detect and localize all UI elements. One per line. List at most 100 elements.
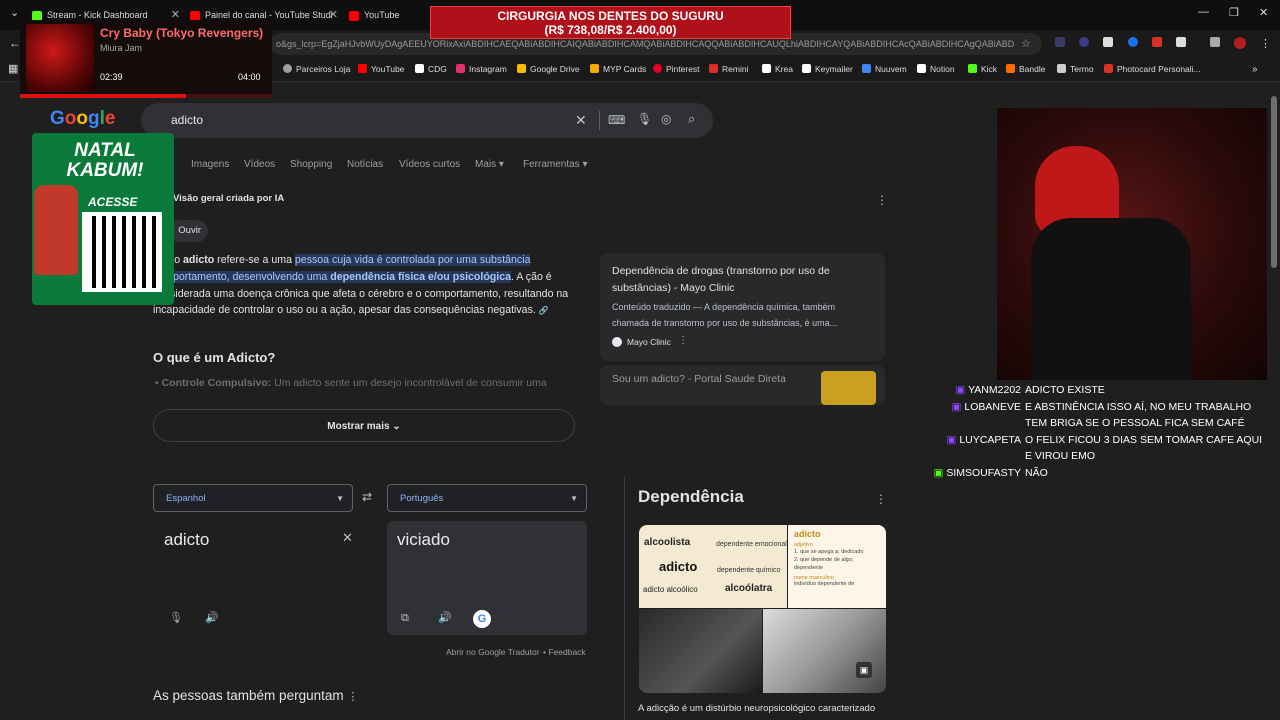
extension-icon[interactable]: [1103, 37, 1113, 47]
dictionary-image[interactable]: adicto adjetivo 1. que se apega a; dedic…: [788, 525, 886, 608]
knowledge-title: Dependência: [638, 487, 744, 506]
tab-videos[interactable]: Vídeos: [244, 159, 275, 170]
bookmark-icon: [862, 64, 871, 73]
instagram-icon: [456, 64, 465, 73]
tab-shopping[interactable]: Shopping: [290, 159, 332, 170]
gallery-icon[interactable]: ▣: [856, 662, 872, 678]
bookmark[interactable]: Photocard Personali...: [1104, 64, 1201, 74]
speaker-icon[interactable]: 🔊: [205, 611, 219, 624]
extension-icon[interactable]: [1055, 37, 1065, 47]
tab-news[interactable]: Notícias: [347, 159, 383, 170]
link-icon[interactable]: 🔗: [539, 306, 549, 315]
feedback-link[interactable]: • Feedback: [543, 647, 586, 657]
tab-tools[interactable]: Ferramentas ▾: [523, 159, 588, 170]
source-card[interactable]: Dependência de drogas (transtorno por us…: [600, 253, 885, 361]
google-icon[interactable]: G: [473, 610, 491, 628]
bookmark[interactable]: Keymailer: [802, 64, 853, 74]
tab-more[interactable]: Mais ▾: [475, 159, 504, 170]
source-title[interactable]: Sou um adicto? - Portal Saude Direta: [612, 373, 786, 385]
source-language-select[interactable]: Espanhol ▼: [153, 484, 353, 512]
tab-search-icon[interactable]: ⌄: [10, 6, 19, 19]
time-total: 04:00: [238, 72, 261, 82]
tab-short-videos[interactable]: Vídeos curtos: [399, 159, 460, 170]
menu-icon[interactable]: ⋮: [1260, 37, 1271, 50]
bookmark[interactable]: Kick: [968, 64, 997, 74]
target-language-select[interactable]: Português ▼: [387, 484, 587, 512]
media-icon[interactable]: [1210, 37, 1220, 47]
badge-icon: ▣: [946, 433, 960, 446]
maximize-icon[interactable]: ❐: [1229, 6, 1239, 19]
tab-label: Painel do canal - YouTube Studi: [205, 10, 333, 20]
photo-image[interactable]: ▣: [763, 609, 886, 693]
clear-icon[interactable]: ✕: [342, 530, 353, 546]
bookmark[interactable]: Pinterest: [653, 64, 700, 74]
page-scrollbar[interactable]: [1271, 96, 1277, 268]
word-cloud-image[interactable]: alcoolista dependente emocional adicto d…: [639, 525, 787, 608]
search-icon[interactable]: ⌕: [688, 111, 695, 127]
ai-highlight[interactable]: comportamento, desenvolvendo uma: [153, 270, 331, 283]
show-more-label: Mostrar mais: [327, 421, 390, 432]
photo-image[interactable]: [639, 609, 762, 693]
bookmark[interactable]: Krea: [762, 64, 793, 74]
bookmark[interactable]: Nuuvem: [862, 64, 907, 74]
target-language: Português: [400, 493, 444, 504]
open-translate-link[interactable]: Abrir no Google Tradutor: [446, 647, 540, 657]
people-also-ask-heading: As pessoas também perguntam ⋮: [153, 688, 358, 703]
more-options-icon[interactable]: ⋮: [875, 492, 887, 506]
search-box[interactable]: adicto ✕ ⌨ 🎙 ◎ ⌕: [141, 103, 713, 138]
bookmark[interactable]: Google Drive: [517, 64, 580, 74]
bookmark[interactable]: Notion: [917, 64, 955, 74]
more-bookmarks-icon[interactable]: »: [1252, 64, 1258, 75]
ai-highlight-bold[interactable]: dependência física e/ou psicológica: [330, 270, 512, 283]
lens-icon[interactable]: ◎: [661, 112, 671, 126]
tab-youtube[interactable]: YouTube: [349, 4, 429, 26]
star-icon[interactable]: ☆: [1021, 37, 1031, 50]
source-card[interactable]: Sou um adicto? - Portal Saude Direta: [600, 365, 885, 405]
listen-button[interactable]: Ouvir: [168, 220, 208, 242]
mic-icon[interactable]: 🎙: [637, 112, 652, 126]
mic-icon[interactable]: 🎙: [169, 611, 183, 624]
swap-icon[interactable]: ⇄: [362, 490, 372, 504]
bookmark[interactable]: Instagram: [456, 64, 507, 74]
close-icon[interactable]: ✕: [329, 4, 338, 26]
extension-icon[interactable]: [1079, 37, 1089, 47]
source-text[interactable]: adicto: [164, 530, 209, 550]
target-text-area: viciado ⧉ 🔊 G: [387, 521, 587, 635]
extension-icon[interactable]: [1152, 37, 1162, 47]
more-options-icon[interactable]: ⋮: [347, 691, 358, 703]
ai-highlight[interactable]: pessoa cuja vida é controlada por uma su…: [294, 254, 531, 266]
copy-icon[interactable]: ⧉: [401, 612, 409, 625]
bookmark[interactable]: Remini: [709, 64, 748, 74]
bookmark[interactable]: CDG: [415, 64, 447, 74]
clear-icon[interactable]: ✕: [575, 112, 587, 129]
minimize-icon[interactable]: —: [1198, 6, 1209, 18]
bookmark[interactable]: Termo: [1057, 64, 1094, 74]
bookmark[interactable]: Parceiros Loja: [283, 64, 350, 74]
speaker-icon[interactable]: 🔊: [438, 611, 452, 624]
keyboard-icon[interactable]: ⌨: [608, 113, 625, 127]
avatar[interactable]: [1234, 37, 1246, 49]
song-progress-fill: [20, 94, 187, 98]
extension-icon[interactable]: [1128, 37, 1138, 47]
more-options-icon[interactable]: ⋮: [678, 335, 688, 346]
goal-amount: (R$ 738,08/R$ 2.400,00): [544, 23, 677, 37]
close-window-icon[interactable]: ✕: [1259, 6, 1268, 19]
show-more-button[interactable]: Mostrar mais ⌄: [153, 409, 575, 442]
tab-label: Ferramentas: [523, 159, 580, 170]
source-text-area[interactable]: adicto ✕ 🎙 🔊: [153, 521, 353, 635]
apps-icon[interactable]: ▦: [8, 62, 18, 75]
bookmark-label: Krea: [775, 64, 793, 74]
bookmark[interactable]: MYP Cards: [590, 64, 646, 74]
more-options-icon[interactable]: ⋮: [876, 193, 888, 207]
bookmark-icon: [590, 64, 599, 73]
promo-title: NATAL KABUM!: [66, 140, 144, 181]
source-title[interactable]: Dependência de drogas (transtorno por us…: [612, 263, 862, 296]
bookmark[interactable]: YouTube: [358, 64, 404, 74]
puzzle-icon[interactable]: [1176, 37, 1186, 47]
song-progress-track: [20, 94, 272, 98]
tab-images[interactable]: Imagens: [191, 159, 229, 170]
bookmark[interactable]: Bandle: [1006, 64, 1045, 74]
google-logo[interactable]: Google: [50, 108, 115, 130]
word-cloud-word: alcoolista: [644, 537, 691, 548]
search-input[interactable]: adicto: [171, 113, 203, 127]
